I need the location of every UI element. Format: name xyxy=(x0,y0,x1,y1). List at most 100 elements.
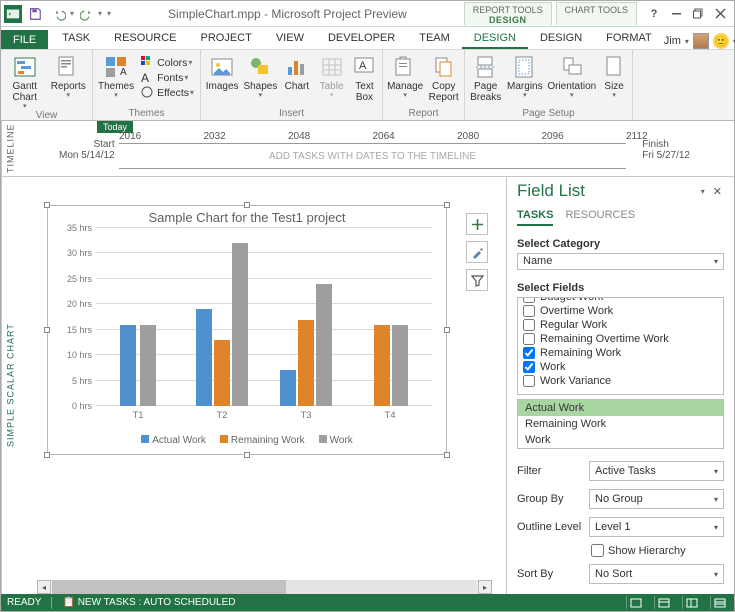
ribbon-collapse-button[interactable] xyxy=(665,4,687,24)
chart-button[interactable]: Chart xyxy=(282,52,313,92)
scroll-right-button[interactable]: ▸ xyxy=(478,580,492,594)
view-shortcut-4[interactable] xyxy=(710,596,728,609)
textbox-button[interactable]: AText Box xyxy=(351,52,378,103)
qat-undo-caret[interactable]: ▾ xyxy=(70,9,74,18)
tab-design-7[interactable]: DESIGN xyxy=(528,28,594,49)
bar[interactable] xyxy=(392,325,408,406)
outline-combo[interactable]: Level 1▾ xyxy=(589,517,724,537)
selected-field-item[interactable]: Remaining Work xyxy=(518,416,723,432)
bar[interactable] xyxy=(298,320,314,406)
legend-item[interactable]: Actual Work xyxy=(141,435,206,446)
category-combo[interactable]: Name▾ xyxy=(517,253,724,270)
bar[interactable] xyxy=(214,340,230,406)
bar[interactable] xyxy=(140,325,156,406)
selected-field-item[interactable]: Actual Work xyxy=(518,400,723,416)
copy-report-button[interactable]: Copy Report xyxy=(427,52,460,103)
tab-task-0[interactable]: TASK xyxy=(50,28,102,49)
user-avatar[interactable] xyxy=(693,33,709,49)
field-checkbox[interactable] xyxy=(523,319,535,331)
field-checkbox-item[interactable]: Regular Work xyxy=(518,318,723,332)
bar[interactable] xyxy=(232,243,248,406)
help-button[interactable]: ? xyxy=(643,4,665,24)
bar[interactable] xyxy=(120,325,136,406)
bar[interactable] xyxy=(196,309,212,406)
tab-file[interactable]: FILE xyxy=(1,30,48,49)
field-checkbox[interactable] xyxy=(523,297,535,303)
scroll-thumb[interactable] xyxy=(52,580,286,594)
tab-team-5[interactable]: TEAM xyxy=(407,28,462,49)
field-checkbox[interactable] xyxy=(523,361,535,373)
user-name[interactable]: Jim xyxy=(664,35,681,47)
status-newtasks[interactable]: 📋 NEW TASKS : AUTO SCHEDULED xyxy=(62,597,235,608)
qat-undo-icon[interactable] xyxy=(48,4,70,24)
gantt-chart-button[interactable]: Gantt Chart ▾ xyxy=(5,52,45,110)
tab-developer-4[interactable]: DEVELOPER xyxy=(316,28,407,49)
reports-button[interactable]: Reports ▾ xyxy=(49,52,89,99)
field-checkbox-item[interactable]: Budget Work xyxy=(518,297,723,304)
tab-format-8[interactable]: FORMAT xyxy=(594,28,664,49)
view-shortcut-2[interactable] xyxy=(654,596,672,609)
bar[interactable] xyxy=(316,284,332,406)
table-button[interactable]: Table▾ xyxy=(316,52,347,99)
groupby-combo[interactable]: No Group▾ xyxy=(589,489,724,509)
chart-filters-button[interactable] xyxy=(466,269,488,291)
chart-legend[interactable]: Actual Work Remaining Work Work xyxy=(48,435,446,446)
report-canvas[interactable]: Sample Chart for the Test1 project 0 hrs… xyxy=(19,177,506,594)
chart-object[interactable]: Sample Chart for the Test1 project 0 hrs… xyxy=(47,205,447,455)
user-caret[interactable]: ▾ xyxy=(685,37,689,46)
size-button[interactable]: Size▾ xyxy=(600,52,628,99)
legend-item[interactable]: Remaining Work xyxy=(220,435,305,446)
field-checkbox-item[interactable]: Overtime Work xyxy=(518,304,723,318)
close-button[interactable] xyxy=(709,4,731,24)
field-checkbox[interactable] xyxy=(523,375,535,387)
show-hierarchy-checkbox[interactable] xyxy=(591,544,604,557)
scroll-left-button[interactable]: ◂ xyxy=(37,580,51,594)
legend-item[interactable]: Work xyxy=(319,435,353,446)
contextual-tab-report-tools[interactable]: REPORT TOOLS DESIGN xyxy=(464,2,552,25)
tab-design-6[interactable]: DESIGN xyxy=(462,28,528,49)
view-shortcut-1[interactable] xyxy=(626,596,644,609)
chart-plot-area[interactable]: 0 hrs5 hrs10 hrs15 hrs20 hrs25 hrs30 hrs… xyxy=(96,228,432,406)
fields-checklist[interactable]: Budget WorkOvertime WorkRegular WorkRema… xyxy=(517,297,724,395)
theme-colors-button[interactable]: Colors▾ xyxy=(139,55,196,70)
field-tab-tasks[interactable]: TASKS xyxy=(517,209,553,226)
pane-options-caret[interactable]: ▾ xyxy=(701,187,705,196)
orientation-button[interactable]: Orientation▾ xyxy=(547,52,596,99)
qat-redo-icon[interactable] xyxy=(76,4,98,24)
filter-combo[interactable]: Active Tasks▾ xyxy=(589,461,724,481)
theme-fonts-button[interactable]: AFonts▾ xyxy=(139,70,196,85)
field-checkbox-item[interactable]: Remaining Work xyxy=(518,346,723,360)
view-shortcut-3[interactable] xyxy=(682,596,700,609)
timeline-placeholder[interactable]: ADD TASKS WITH DATES TO THE TIMELINE xyxy=(119,143,626,169)
qat-redo-caret[interactable]: ▾ xyxy=(98,9,102,18)
field-tab-resources[interactable]: RESOURCES xyxy=(565,209,635,226)
qat-save-icon[interactable] xyxy=(24,4,46,24)
chart-elements-button[interactable] xyxy=(466,213,488,235)
theme-effects-button[interactable]: Effects▾ xyxy=(139,85,196,100)
margins-button[interactable]: Margins▾ xyxy=(506,52,543,99)
tab-resource-1[interactable]: RESOURCE xyxy=(102,28,188,49)
field-checkbox-item[interactable]: Work xyxy=(518,360,723,374)
page-breaks-button[interactable]: Page Breaks xyxy=(469,52,502,103)
horizontal-scrollbar[interactable]: ◂ ▸ xyxy=(37,580,492,594)
shapes-button[interactable]: Shapes▾ xyxy=(243,52,277,99)
images-button[interactable]: Images xyxy=(205,52,239,92)
pane-close-button[interactable]: ✕ xyxy=(711,185,724,198)
selected-fields-list[interactable]: Actual WorkRemaining WorkWork xyxy=(517,399,724,449)
selected-field-item[interactable]: Work xyxy=(518,432,723,448)
field-checkbox[interactable] xyxy=(523,347,535,359)
tab-view-3[interactable]: VIEW xyxy=(264,28,316,49)
chart-styles-button[interactable] xyxy=(466,241,488,263)
sortby-combo[interactable]: No Sort▾ xyxy=(589,564,724,584)
field-checkbox[interactable] xyxy=(523,333,535,345)
themes-button[interactable]: A Themes ▾ xyxy=(97,52,135,99)
bar[interactable] xyxy=(374,325,390,406)
field-checkbox[interactable] xyxy=(523,305,535,317)
tab-project-2[interactable]: PROJECT xyxy=(189,28,264,49)
contextual-tab-chart-tools[interactable]: CHART TOOLS xyxy=(556,2,637,25)
bar[interactable] xyxy=(280,370,296,406)
field-checkbox-item[interactable]: Work Variance xyxy=(518,374,723,388)
chart-title[interactable]: Sample Chart for the Test1 project xyxy=(48,206,446,225)
field-checkbox-item[interactable]: Remaining Overtime Work xyxy=(518,332,723,346)
feedback-smiley-icon[interactable]: 🙂 xyxy=(713,33,729,49)
